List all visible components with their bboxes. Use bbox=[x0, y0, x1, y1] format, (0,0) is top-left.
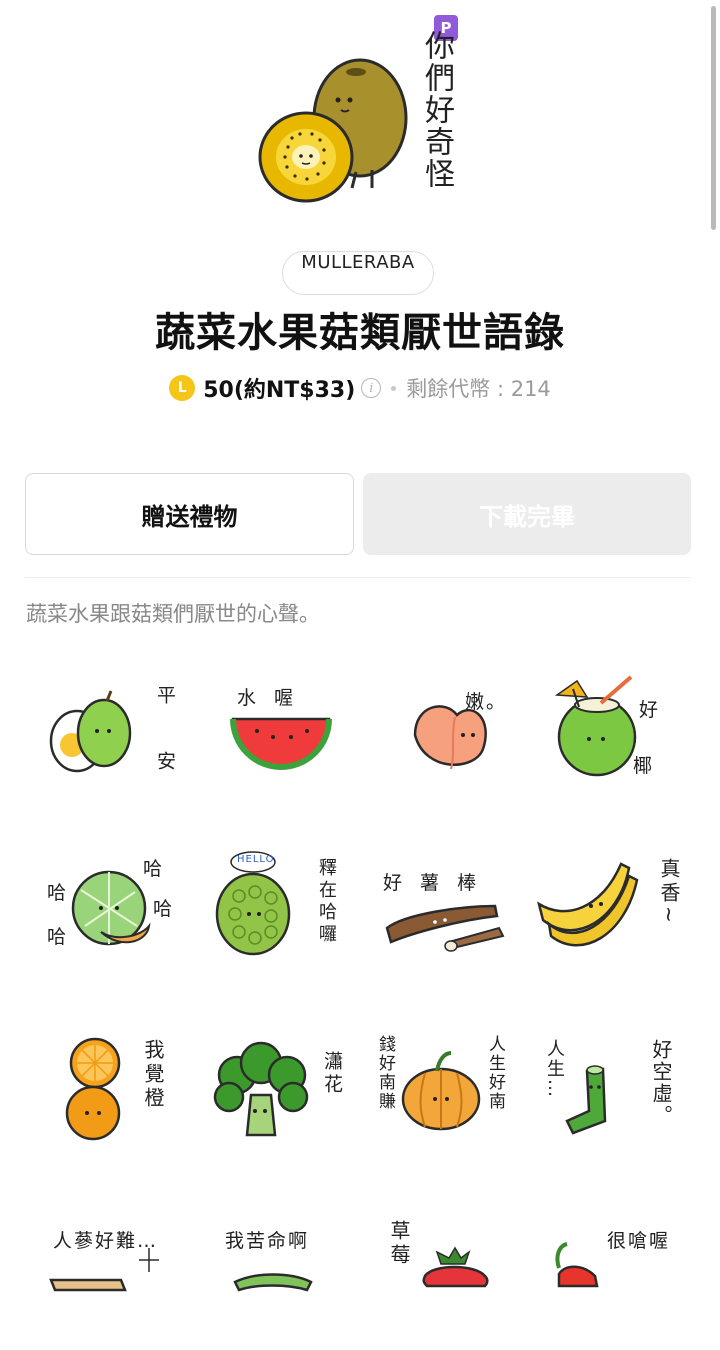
melon-sticker[interactable]: 哈 哈 哈 哈 bbox=[25, 850, 185, 980]
sticker-text: 錢好南賺 bbox=[375, 1035, 395, 1111]
send-gift-button[interactable]: 贈送禮物 bbox=[25, 473, 354, 555]
sticker-text: 草莓 bbox=[387, 1220, 411, 1268]
watermelon-sticker[interactable]: 水 喔 bbox=[195, 665, 355, 795]
banana-sticker[interactable]: 真香~ bbox=[535, 850, 695, 980]
sticker-text: 椰 bbox=[633, 755, 659, 777]
green-onion-sticker[interactable]: 人生… 好空虛。 bbox=[535, 1035, 695, 1165]
balance-label: 剩餘代幣 : 214 bbox=[406, 377, 551, 401]
sticker-text: 釋在哈囉 bbox=[316, 858, 337, 946]
sticker-text: 我苦命啊 bbox=[225, 1230, 310, 1252]
pumpkin-sticker[interactable]: 錢好南賺 人生好南 bbox=[365, 1035, 525, 1165]
coconut-sticker[interactable]: 好 椰 bbox=[535, 665, 695, 795]
scrollbar[interactable] bbox=[711, 6, 716, 230]
sticker-text: 安 bbox=[154, 751, 176, 774]
sticker-text: 人生好南 bbox=[485, 1035, 505, 1111]
sticker-text: 水 喔 bbox=[237, 687, 300, 709]
sticker-text: 平 bbox=[154, 685, 176, 708]
sticker-text: 人蔘好難… bbox=[53, 1230, 159, 1252]
sticker-text: 哈 bbox=[47, 926, 73, 948]
speech-bubble-text: HELLO bbox=[237, 854, 275, 865]
info-icon[interactable]: i bbox=[361, 378, 382, 398]
sticker-set-cover: P 你們好奇怪 bbox=[0, 0, 720, 240]
description: 蔬菜水果跟菇類們厭世的心聲。 bbox=[26, 602, 320, 626]
cover-caption: 你們好奇怪 bbox=[419, 30, 454, 190]
sticker-text: 很嗆喔 bbox=[607, 1230, 671, 1252]
ginseng-sticker[interactable]: 人蔘好難… bbox=[25, 1220, 185, 1350]
download-complete-button: 下載完畢 bbox=[363, 473, 691, 555]
sticker-text: 人生… bbox=[544, 1039, 565, 1099]
sticker-text: 哈 bbox=[153, 898, 179, 920]
broccoli-sticker[interactable]: 瀟花 bbox=[195, 1035, 355, 1165]
sticker-text: 哈 bbox=[47, 882, 73, 904]
apple-egg-sticker[interactable]: 平 安 bbox=[25, 665, 185, 795]
sticker-text: 真香~ bbox=[657, 858, 681, 927]
sticker-text: 嫩。 bbox=[465, 691, 508, 713]
separator-dot bbox=[391, 385, 397, 391]
page-title: 蔬菜水果菇類厭世語錄 bbox=[155, 310, 565, 356]
kiwi-illustration bbox=[258, 58, 408, 203]
sticker-text: 瀟花 bbox=[321, 1051, 343, 1097]
price-label: 50(約NT$33) bbox=[203, 378, 356, 403]
peach-sticker[interactable]: 嫩。 bbox=[365, 665, 525, 795]
sticker-text: 好空虛。 bbox=[649, 1039, 673, 1127]
coin-icon: L bbox=[169, 375, 196, 401]
price-row: L 50(約NT$33) i 剩餘代幣 : 214 bbox=[0, 368, 720, 408]
strawberry-sticker[interactable]: 草莓 bbox=[365, 1220, 525, 1350]
chili-sticker[interactable]: 很嗆喔 bbox=[535, 1220, 695, 1350]
sticker-text: 我覺橙 bbox=[141, 1039, 165, 1111]
author-chip[interactable]: MULLERABA bbox=[282, 251, 434, 295]
custard-apple-sticker[interactable]: HELLO 釋在哈囉 bbox=[195, 850, 355, 980]
sticker-text: 好 bbox=[639, 699, 665, 721]
orange-sticker[interactable]: 我覺橙 bbox=[25, 1035, 185, 1165]
yam-sticker[interactable]: 好 薯 棒 bbox=[365, 850, 525, 980]
sticker-text: 好 薯 棒 bbox=[383, 872, 483, 894]
bitter-melon-sticker[interactable]: 我苦命啊 bbox=[195, 1220, 355, 1350]
divider bbox=[25, 577, 691, 578]
sticker-text: 哈 bbox=[143, 858, 169, 880]
